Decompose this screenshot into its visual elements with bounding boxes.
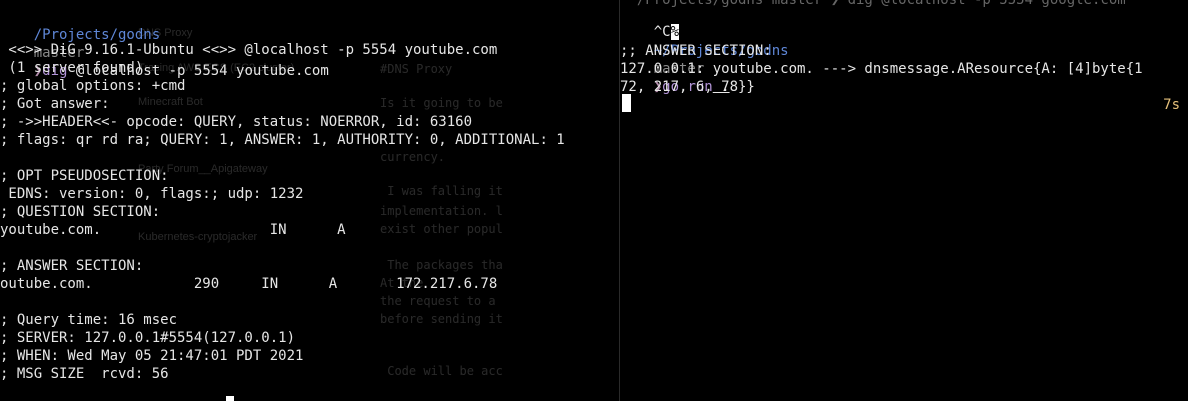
terminal-cursor xyxy=(622,94,631,112)
ghost-sidebar-item: Minecraft Bot xyxy=(138,96,203,108)
output-line: ; Got answer: xyxy=(0,96,110,112)
prompt-line: /Projects/godns master ❯dig @localhost -… xyxy=(0,8,329,79)
ghost-editor-line: The packages tha xyxy=(380,258,503,272)
output-line: ; flags: qr rd ra; QUERY: 1, ANSWER: 1, … xyxy=(0,132,565,148)
terminal-cursor xyxy=(226,396,234,401)
left-terminal-pane[interactable]: DNS Proxy Tracing AWS ECS (EC2 cluster) … xyxy=(0,0,619,401)
ghost-editor-line: before sending it xyxy=(380,312,503,326)
elapsed-timer: 7s xyxy=(1163,97,1180,113)
ghost-editor-line: exist other popul xyxy=(380,222,503,236)
output-line: EDNS: version: 0, flags:; udp: 1232 xyxy=(0,186,304,202)
output-line: ; WHEN: Wed May 05 21:47:01 PDT 2021 xyxy=(0,348,304,364)
ghost-editor-line: Is it going to be xyxy=(380,96,503,110)
output-line: ; OPT PSEUDOSECTION: xyxy=(0,168,169,184)
output-line: ; global options: +cmd xyxy=(0,78,186,94)
ghost-editor-line: #DNS Proxy xyxy=(380,62,453,76)
output-line: 127.0.0.1: youtube.com. ---> dnsmessage.… xyxy=(620,61,1143,77)
scrolled-partial-line: /Projects/godns master ❯ dig @localhost … xyxy=(620,0,1126,8)
output-line: ; MSG SIZE rcvd: 56 xyxy=(0,366,169,382)
output-line: ; SERVER: 127.0.0.1#5554(127.0.0.1) xyxy=(0,330,296,346)
output-line: (1 server found) xyxy=(0,60,144,76)
output-line: ;; ANSWER SECTION: xyxy=(620,43,772,59)
right-terminal-pane[interactable]: /Projects/godns master ❯ dig @localhost … xyxy=(620,0,1188,401)
output-line: ; ANSWER SECTION: xyxy=(0,258,144,274)
prompt-line: ~/Projects/godns master ❯go run . 7s xyxy=(620,24,1188,113)
ghost-editor-line: implementation. l xyxy=(380,204,503,218)
ghost-editor-line: currency. xyxy=(380,150,446,164)
interrupt-line: ^C% xyxy=(620,5,680,40)
output-line: <<>> DiG 9.16.1-Ubuntu <<>> @localhost -… xyxy=(0,42,498,58)
output-line: ; QUESTION SECTION: xyxy=(0,204,161,220)
output-line: youtube.com. IN A xyxy=(0,222,346,238)
ghost-editor-line: Code will be acc xyxy=(380,364,503,378)
ghost-editor-line: the request to a xyxy=(380,294,496,308)
output-line: ; ->>HEADER<<- opcode: QUERY, status: NO… xyxy=(0,114,473,130)
ghost-editor-line: I was falling it xyxy=(380,184,503,198)
output-line: 72, 217, 6, 78}} xyxy=(620,79,755,95)
output-line: outube.com. 290 IN A 172.217.6.78 xyxy=(0,276,498,292)
output-line: ; Query time: 16 msec xyxy=(0,312,178,328)
